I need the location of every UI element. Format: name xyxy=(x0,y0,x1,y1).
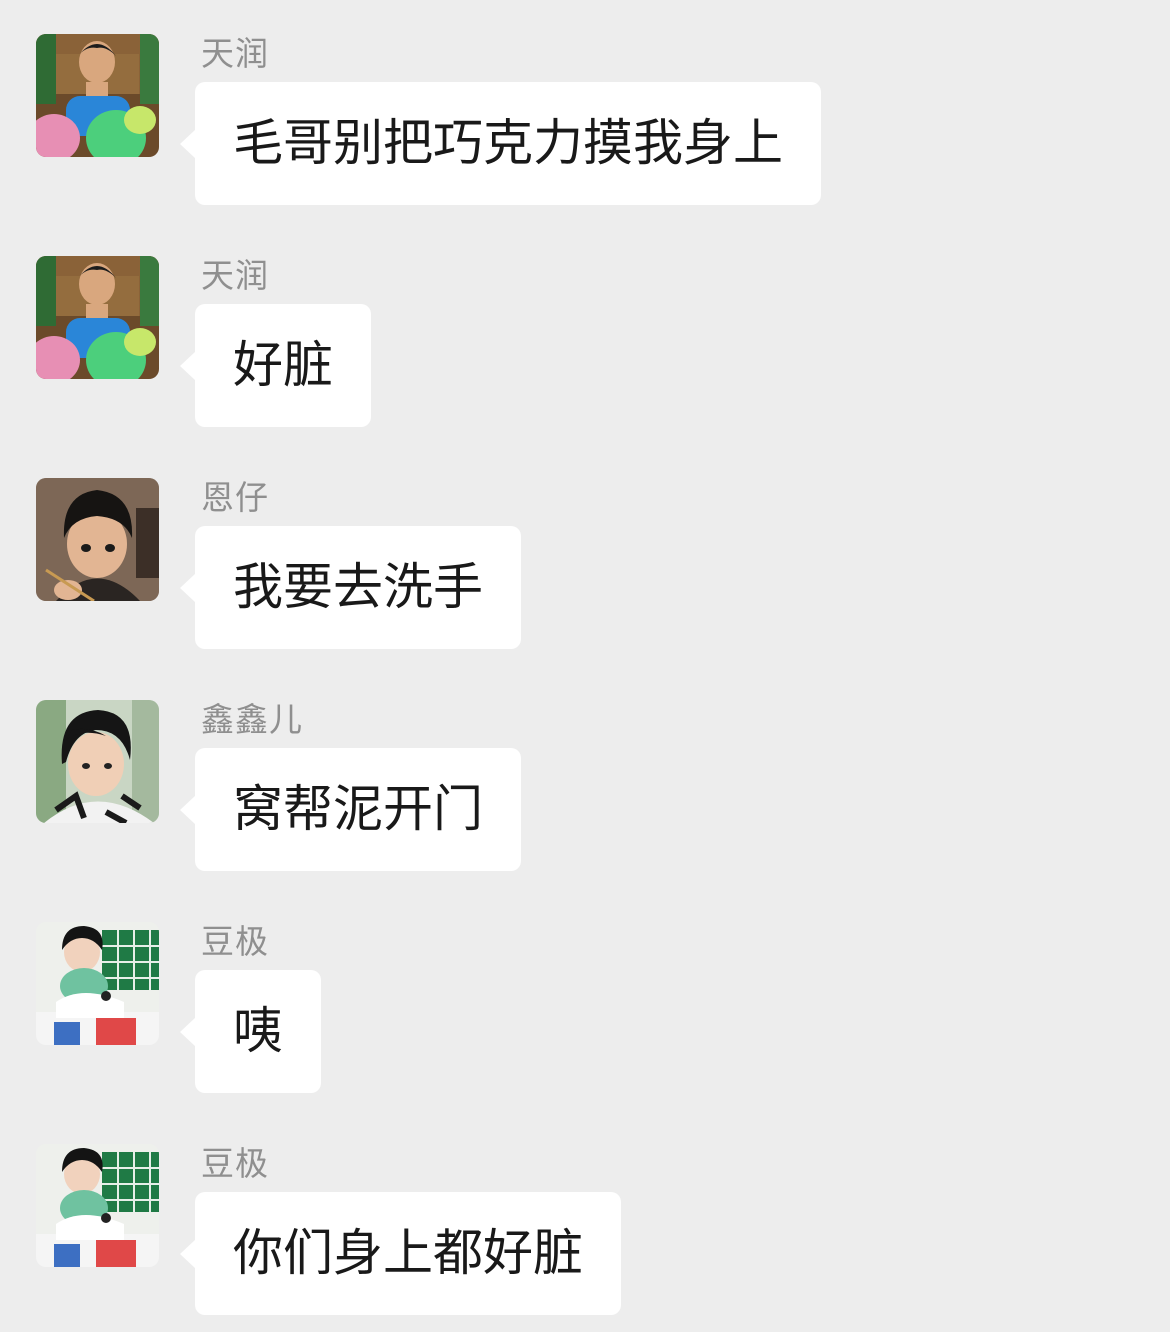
chat-message-list: 天润 毛哥别把巧克力摸我身上 天润 好脏 恩仔 我要去洗手 鑫鑫儿 窝帮泥开门 … xyxy=(0,0,1170,1332)
message-bubble[interactable]: 窝帮泥开门 xyxy=(180,748,521,871)
avatar[interactable] xyxy=(36,256,159,379)
chat-message: 天润 毛哥别把巧克力摸我身上 xyxy=(0,0,1170,222)
sender-name: 豆极 xyxy=(201,922,269,961)
chat-message: 鑫鑫儿 窝帮泥开门 xyxy=(0,666,1170,888)
avatar[interactable] xyxy=(36,1144,159,1267)
chat-message: 恩仔 我要去洗手 xyxy=(0,444,1170,666)
avatar[interactable] xyxy=(36,922,159,1045)
sender-name: 鑫鑫儿 xyxy=(201,700,303,739)
chat-message: 豆极 咦 xyxy=(0,888,1170,1110)
message-bubble[interactable]: 你们身上都好脏 xyxy=(180,1192,621,1315)
sender-name: 天润 xyxy=(201,256,269,295)
avatar[interactable] xyxy=(36,34,159,157)
sender-name: 天润 xyxy=(201,34,269,73)
message-bubble[interactable]: 我要去洗手 xyxy=(180,526,521,649)
chat-message: 天润 好脏 xyxy=(0,222,1170,444)
avatar[interactable] xyxy=(36,700,159,823)
message-bubble[interactable]: 咦 xyxy=(180,970,321,1093)
chat-message: 豆极 你们身上都好脏 xyxy=(0,1110,1170,1332)
sender-name: 恩仔 xyxy=(201,478,269,517)
sender-name: 豆极 xyxy=(201,1144,269,1183)
message-bubble[interactable]: 好脏 xyxy=(180,304,371,427)
avatar[interactable] xyxy=(36,478,159,601)
message-bubble[interactable]: 毛哥别把巧克力摸我身上 xyxy=(180,82,821,205)
